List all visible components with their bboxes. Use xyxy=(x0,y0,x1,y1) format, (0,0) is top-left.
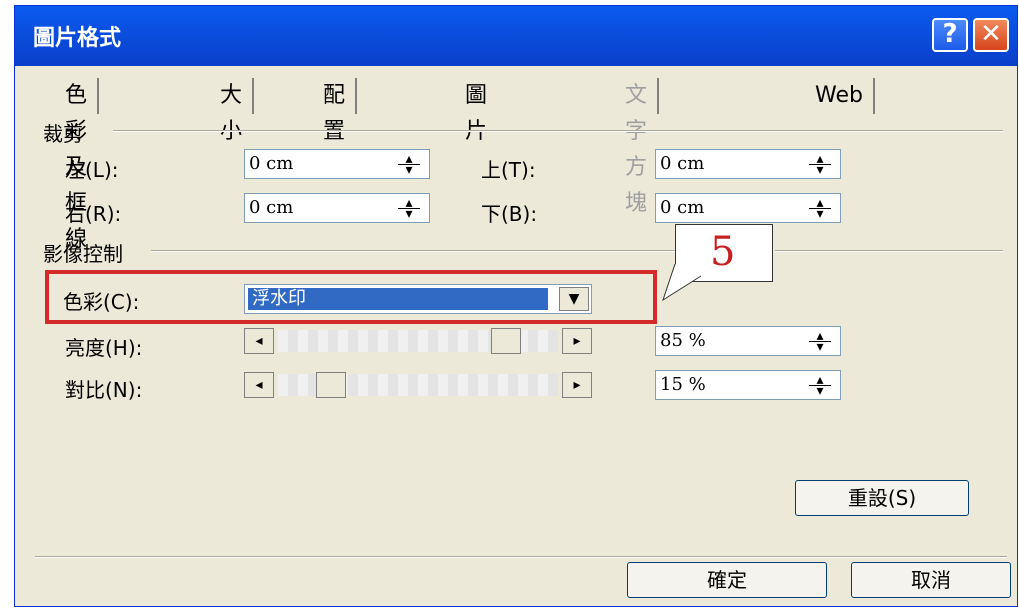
help-button[interactable]: ? xyxy=(932,18,968,52)
close-icon: ✕ xyxy=(980,19,1002,49)
picture-format-dialog: 圖片格式 ? ✕ 色彩及框線 大小 配置 圖片 文字方塊 Web 裁剪 左(L)… xyxy=(14,5,1018,607)
crop-bottom-label: 下(B): xyxy=(481,202,538,226)
image-control-section-label: 影像控制 xyxy=(43,242,123,266)
slider-right-arrow-icon[interactable]: ▸ xyxy=(562,328,592,354)
tab-text-box[interactable]: 文字方塊 xyxy=(615,78,660,216)
crop-left-label: 左(L): xyxy=(65,158,119,182)
window-title: 圖片格式 xyxy=(33,26,122,51)
contrast-label: 對比(N): xyxy=(65,378,143,402)
crop-right-label: 右(R): xyxy=(65,202,122,226)
brightness-thumb[interactable] xyxy=(490,328,521,354)
title-bar[interactable]: 圖片格式 ? ✕ xyxy=(15,6,1017,66)
tab-layout[interactable]: 配置 xyxy=(313,78,358,144)
spin-arrows-icon[interactable]: ▴ ▾ xyxy=(806,329,834,354)
slider-left-arrow-icon[interactable]: ◂ xyxy=(244,328,274,354)
crop-bottom-value: 0 cm xyxy=(660,197,705,218)
brightness-value: 85 % xyxy=(660,330,706,351)
spin-arrows-icon[interactable]: ▴ ▾ xyxy=(395,152,423,177)
crop-top-label: 上(T): xyxy=(481,158,536,182)
image-control-separator xyxy=(151,250,681,252)
callout-pointer xyxy=(662,264,702,302)
bottom-separator xyxy=(35,556,1007,558)
crop-top-value: 0 cm xyxy=(660,153,705,174)
crop-left-value: 0 cm xyxy=(249,153,294,174)
spin-arrows-icon[interactable]: ▴ ▾ xyxy=(395,196,423,221)
brightness-slider[interactable]: ◂ ▸ xyxy=(244,328,592,356)
close-button[interactable]: ✕ xyxy=(973,18,1009,52)
ok-button[interactable]: 確定 xyxy=(627,562,827,598)
reset-button[interactable]: 重設(S) xyxy=(795,480,969,516)
spin-arrows-icon[interactable]: ▴ ▾ xyxy=(806,152,834,177)
tab-picture[interactable]: 圖片 xyxy=(455,78,497,144)
cancel-button[interactable]: 取消 xyxy=(851,562,1011,598)
contrast-value: 15 % xyxy=(660,374,706,395)
brightness-label: 亮度(H): xyxy=(65,336,143,360)
question-mark-icon: ? xyxy=(942,19,958,49)
image-control-separator-right xyxy=(775,250,1003,252)
contrast-spinner[interactable]: 15 % ▴ ▾ xyxy=(655,370,841,400)
slider-right-arrow-icon[interactable]: ▸ xyxy=(562,372,592,398)
tab-web[interactable]: Web xyxy=(805,78,875,114)
highlight-box xyxy=(45,270,657,324)
tab-size[interactable]: 大小 xyxy=(210,78,255,144)
crop-top-spinner[interactable]: 0 cm ▴ ▾ xyxy=(655,149,841,179)
crop-left-spinner[interactable]: 0 cm ▴ ▾ xyxy=(244,149,430,179)
tab-colors-lines[interactable]: 色彩及框線 xyxy=(55,78,100,252)
spin-arrows-icon[interactable]: ▴ ▾ xyxy=(806,196,834,221)
contrast-thumb[interactable] xyxy=(315,372,346,398)
brightness-spinner[interactable]: 85 % ▴ ▾ xyxy=(655,326,841,356)
crop-separator xyxy=(113,130,1003,132)
crop-section-label: 裁剪 xyxy=(43,122,83,146)
contrast-slider[interactable]: ◂ ▸ xyxy=(244,372,592,400)
crop-bottom-spinner[interactable]: 0 cm ▴ ▾ xyxy=(655,193,841,223)
crop-right-value: 0 cm xyxy=(249,197,294,218)
slider-left-arrow-icon[interactable]: ◂ xyxy=(244,372,274,398)
spin-arrows-icon[interactable]: ▴ ▾ xyxy=(806,373,834,398)
crop-right-spinner[interactable]: 0 cm ▴ ▾ xyxy=(244,193,430,223)
